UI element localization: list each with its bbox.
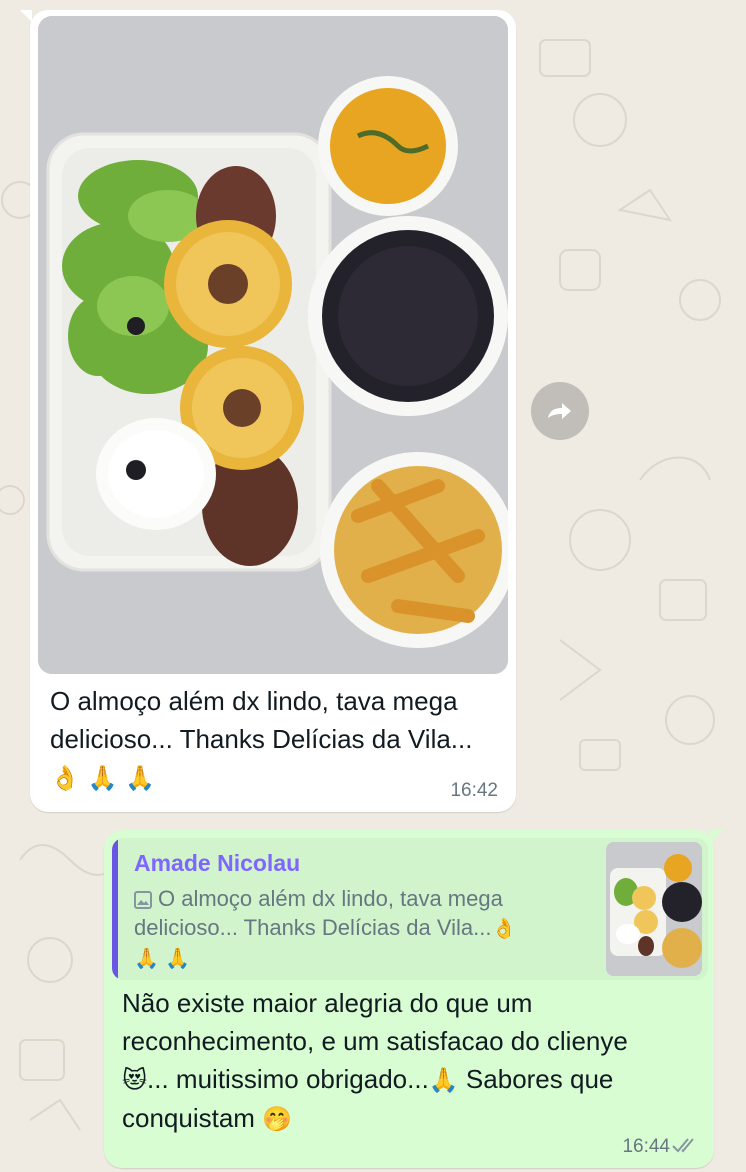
hand-over-mouth-emoji: 🤭: [262, 1105, 293, 1133]
outgoing-message-bubble[interactable]: Amade Nicolau O almoço além dx lindo, ta…: [104, 830, 714, 1168]
incoming-message-bubble[interactable]: O almoço além dx lindo, tava mega delici…: [30, 10, 516, 812]
reply-quote-emoji: 👌: [491, 916, 517, 940]
outgoing-message-text: Não existe maior alegria do que um recon…: [122, 984, 702, 1138]
incoming-caption-emoji: 👌 🙏 🙏: [50, 764, 155, 792]
food-photo-image: [38, 16, 508, 674]
forward-button[interactable]: [531, 382, 589, 440]
image-icon: [134, 891, 152, 909]
forward-icon: [548, 403, 571, 419]
incoming-timestamp: 16:42: [450, 780, 498, 801]
incoming-bubble-tail: [20, 10, 32, 22]
incoming-caption-text: O almoço além dx lindo, tava mega delici…: [50, 686, 473, 754]
reply-quote[interactable]: Amade Nicolau O almoço além dx lindo, ta…: [112, 838, 708, 980]
reply-quote-text-block: O almoço além dx lindo, tava mega delici…: [134, 884, 574, 973]
outgoing-text-line2: ... muitissimo obrigado...: [147, 1064, 429, 1094]
reply-quote-emoji-line2: 🙏 🙏: [134, 946, 191, 970]
reply-quote-thumbnail: [606, 842, 702, 976]
reply-quote-text: O almoço além dx lindo, tava mega delici…: [134, 886, 503, 940]
outgoing-timestamp: 16:44: [622, 1136, 670, 1157]
pray-emoji: 🙏: [428, 1066, 459, 1094]
heart-eyes-cat-emoji: 😻: [122, 1066, 148, 1094]
reply-quote-author: Amade Nicolau: [134, 850, 301, 876]
incoming-caption: O almoço além dx lindo, tava mega delici…: [50, 682, 500, 797]
reply-quote-bar: [112, 838, 118, 980]
food-photo[interactable]: [38, 16, 508, 674]
outgoing-text-line1: Não existe maior alegria do que um recon…: [122, 988, 628, 1056]
double-check-icon: [672, 1138, 694, 1153]
thumbnail-image: [606, 842, 702, 976]
